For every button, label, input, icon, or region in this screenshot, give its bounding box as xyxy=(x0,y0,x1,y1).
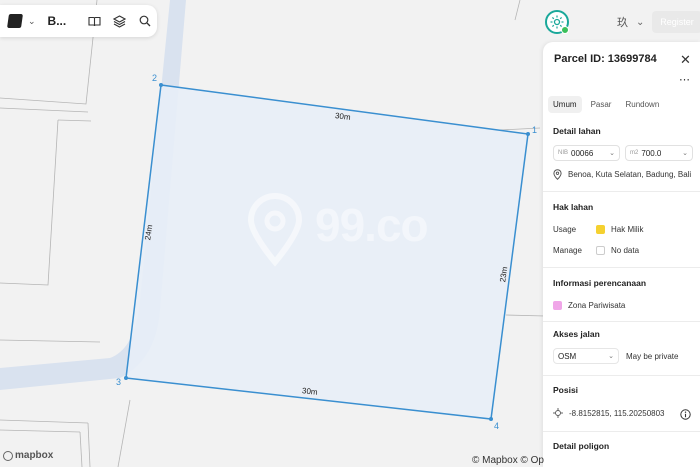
zone-value: Zona Pariwisata xyxy=(568,301,626,310)
section-title-detail-lahan: Detail lahan xyxy=(553,126,601,136)
manage-label: Manage xyxy=(553,246,582,255)
crosshair-icon xyxy=(553,408,563,418)
divider xyxy=(543,191,700,192)
tab-umum[interactable]: Umum xyxy=(548,96,582,113)
manage-color-swatch xyxy=(596,246,605,255)
address-text: Benoa, Kuta Selatan, Badung, Bali xyxy=(568,170,692,179)
parcel-polygon[interactable] xyxy=(125,84,529,420)
edge-label-bottom: 30m xyxy=(301,386,318,397)
address-row: Benoa, Kuta Selatan, Badung, Bali xyxy=(553,169,691,180)
close-icon[interactable]: ✕ xyxy=(680,52,691,68)
online-status-dot xyxy=(561,26,569,34)
mapbox-logo-text: mapbox xyxy=(15,450,54,461)
sun-icon[interactable] xyxy=(545,10,569,34)
divider xyxy=(543,267,700,268)
search-icon[interactable] xyxy=(132,5,157,37)
section-title-informasi-perencanaan: Informasi perencanaan xyxy=(553,278,647,288)
access-row: May be private xyxy=(626,352,678,361)
tab-pasar[interactable]: Pasar xyxy=(586,96,617,113)
manage-value: No data xyxy=(611,246,640,255)
map-type-label[interactable]: B... xyxy=(48,14,75,28)
map-type-selector[interactable]: ⌄ xyxy=(7,5,48,37)
vertex-label-2: 2 xyxy=(152,73,158,83)
vertex-marker[interactable] xyxy=(489,417,493,421)
layers-icon[interactable] xyxy=(107,5,132,37)
panel-title: Parcel ID: 13699784 xyxy=(554,53,657,65)
vertex-label-3: 3 xyxy=(116,377,122,387)
parcel-panel: Parcel ID: 13699784 ✕ ⋯ Umum Pasar Rundo… xyxy=(543,42,700,467)
book-icon[interactable] xyxy=(82,5,107,37)
vertex-marker[interactable] xyxy=(159,83,163,87)
section-title-akses-jalan: Akses jalan xyxy=(553,329,600,339)
zone-color-swatch xyxy=(553,301,562,310)
map-layer-icon xyxy=(7,14,23,28)
vertex-label-4: 4 xyxy=(494,421,500,431)
usage-label: Usage xyxy=(553,225,577,234)
road-source-value: OSM xyxy=(558,351,577,361)
section-title-detail-poligon: Detail poligon xyxy=(553,441,610,451)
panel-tabs: Umum Pasar Rundown xyxy=(548,96,664,113)
coordinates-text: -8.8152815, 115.20250803 xyxy=(569,408,665,418)
vertex-label-1: 1 xyxy=(532,125,538,135)
section-title-hak-lahan: Hak lahan xyxy=(553,202,594,212)
nib-prefix: NIB xyxy=(558,150,569,156)
mapbox-logo-icon xyxy=(3,450,13,461)
watermark-text: 99.co xyxy=(315,199,429,251)
register-button[interactable]: Register xyxy=(652,11,700,33)
language-selector[interactable]: 玖 ⌄ xyxy=(617,14,644,30)
chevron-down-icon: ⌄ xyxy=(28,15,36,26)
more-options-icon[interactable]: ⋯ xyxy=(679,73,691,86)
area-prefix: m2 xyxy=(630,150,639,156)
usage-color-swatch xyxy=(596,225,605,234)
map-toolbar: ⌄ B... xyxy=(0,5,157,37)
access-value: May be private xyxy=(626,352,679,361)
divider xyxy=(543,431,700,432)
translate-icon: 玖 xyxy=(617,17,628,29)
usage-row: Usage Hak Milik xyxy=(553,225,643,234)
vertex-marker[interactable] xyxy=(526,132,530,136)
road-source-select[interactable]: OSM ⌄ xyxy=(553,348,619,364)
coordinates-row: -8.8152815, 115.20250803 xyxy=(553,408,665,418)
divider xyxy=(543,321,700,322)
usage-value: Hak Milik xyxy=(611,225,644,234)
info-icon[interactable] xyxy=(680,407,691,425)
nib-field[interactable]: NIB 00066 ⌄ xyxy=(553,145,620,161)
tab-rundown[interactable]: Rundown xyxy=(620,96,664,113)
manage-row: Manage No data xyxy=(553,246,639,255)
area-field[interactable]: m2 700.0 ⌄ xyxy=(625,145,693,161)
chevron-down-icon: ⌄ xyxy=(682,150,688,157)
vertex-marker[interactable] xyxy=(124,376,128,380)
map-attribution[interactable]: © Mapbox © Op xyxy=(472,455,544,466)
section-title-posisi: Posisi xyxy=(553,385,579,395)
mapbox-logo[interactable]: mapbox xyxy=(3,450,53,461)
area-value: 700.0 xyxy=(641,148,662,158)
location-pin-icon xyxy=(553,169,562,180)
nib-value: 00066 xyxy=(571,148,594,158)
chevron-down-icon: ⌄ xyxy=(636,16,645,28)
zone-row: Zona Pariwisata xyxy=(553,301,625,310)
edge-label-top: 30m xyxy=(334,111,352,122)
chevron-down-icon: ⌄ xyxy=(609,150,615,157)
chevron-down-icon: ⌄ xyxy=(608,353,614,360)
divider xyxy=(543,375,700,376)
